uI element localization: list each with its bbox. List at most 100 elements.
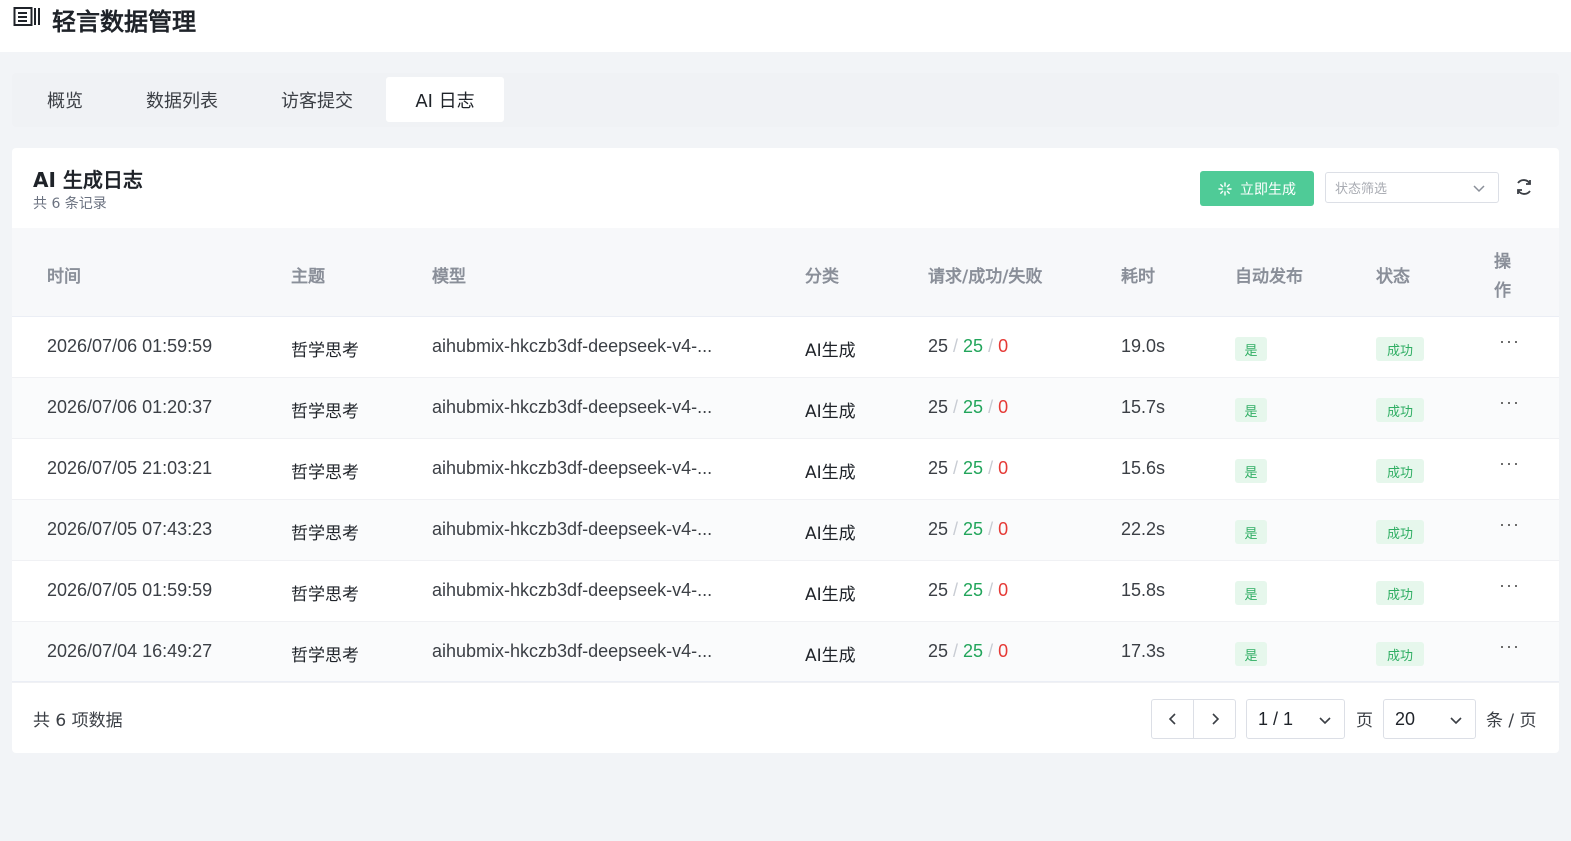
more-actions-icon[interactable]: ··· — [1499, 453, 1520, 474]
row-counts: 25/25/0 — [928, 458, 1008, 479]
row-model: aihubmix-hkczb3df-deepseek-v4-... — [432, 336, 713, 356]
row-success-count: 25 — [963, 641, 984, 661]
row-counts: 25/25/0 — [928, 397, 1008, 418]
col-time: 时间 — [47, 267, 81, 287]
row-fail-count: 0 — [998, 519, 1009, 539]
col-category: 分类 — [805, 267, 839, 287]
table-row: 2026/07/06 01:59:59 哲学思考 aihubmix-hkczb3df… — [12, 317, 1559, 378]
tab-ai-log[interactable]: AI 日志 — [386, 77, 504, 122]
prev-page-button[interactable] — [1151, 699, 1194, 739]
col-status: 状态 — [1376, 267, 1410, 287]
next-page-button[interactable] — [1193, 699, 1236, 739]
row-topic: 哲学思考 — [291, 524, 359, 544]
row-counts: 25/25/0 — [928, 641, 1008, 662]
row-time: 2026/07/05 21:03:21 — [47, 458, 213, 478]
status-badge: 成功 — [1376, 459, 1424, 483]
separator: / — [988, 458, 994, 478]
chevron-left-icon — [1168, 713, 1176, 725]
status-badge: 成功 — [1376, 398, 1424, 422]
tab-visitor-submissions[interactable]: 访客提交 — [268, 77, 366, 122]
chevron-down-icon — [1473, 185, 1485, 193]
separator: / — [988, 519, 994, 539]
separator: / — [953, 580, 959, 600]
row-category: AI生成 — [805, 341, 856, 361]
row-time: 2026/07/06 01:59:59 — [47, 336, 213, 356]
row-model: aihubmix-hkczb3df-deepseek-v4-... — [432, 458, 713, 478]
tab-overview[interactable]: 概览 — [26, 77, 104, 122]
row-success-count: 25 — [963, 580, 984, 600]
more-actions-icon[interactable]: ··· — [1499, 636, 1520, 657]
more-actions-icon[interactable]: ··· — [1499, 392, 1520, 413]
row-topic: 哲学思考 — [291, 585, 359, 605]
row-success-count: 25 — [963, 336, 984, 356]
page-size-select[interactable]: 20 — [1383, 699, 1476, 739]
row-topic: 哲学思考 — [291, 463, 359, 483]
top-bar: 轻言数据管理 — [0, 0, 1571, 52]
col-model: 模型 — [432, 267, 466, 287]
generate-now-button[interactable]: 立即生成 — [1200, 171, 1314, 206]
page-select[interactable]: 1 / 1 — [1246, 699, 1345, 739]
row-duration: 19.0s — [1121, 336, 1166, 356]
row-topic: 哲学思考 — [291, 646, 359, 666]
col-topic: 主题 — [291, 267, 325, 287]
row-counts: 25/25/0 — [928, 580, 1008, 601]
auto-publish-badge: 是 — [1235, 459, 1267, 483]
row-duration: 15.7s — [1121, 397, 1166, 417]
row-fail-count: 0 — [998, 580, 1009, 600]
row-model: aihubmix-hkczb3df-deepseek-v4-... — [432, 580, 713, 600]
row-model: aihubmix-hkczb3df-deepseek-v4-... — [432, 641, 713, 661]
row-counts: 25/25/0 — [928, 336, 1008, 357]
row-fail-count: 0 — [998, 641, 1009, 661]
table-row: 2026/07/04 16:49:27 哲学思考 aihubmix-hkczb3df… — [12, 622, 1559, 683]
chevron-down-icon — [1319, 717, 1331, 725]
status-badge: 成功 — [1376, 581, 1424, 605]
table-row: 2026/07/05 07:43:23 哲学思考 aihubmix-hkczb3df… — [12, 500, 1559, 561]
row-category: AI生成 — [805, 463, 856, 483]
col-duration: 耗时 — [1121, 267, 1155, 287]
separator: / — [988, 397, 994, 417]
tab-data-list[interactable]: 数据列表 — [133, 77, 231, 122]
more-actions-icon[interactable]: ··· — [1499, 331, 1520, 352]
card-title: AI 生成日志 — [33, 168, 143, 192]
page-select-value: 1 / 1 — [1258, 708, 1294, 729]
status-filter-select[interactable]: 状态筛选 — [1325, 172, 1499, 203]
table-row: 2026/07/05 21:03:21 哲学思考 aihubmix-hkczb3df… — [12, 439, 1559, 500]
col-auto-publish: 自动发布 — [1235, 267, 1303, 287]
row-time: 2026/07/05 07:43:23 — [47, 519, 213, 539]
row-duration: 15.6s — [1121, 458, 1166, 478]
page-label: 页 — [1356, 711, 1373, 731]
row-duration: 15.8s — [1121, 580, 1166, 600]
status-badge: 成功 — [1376, 337, 1424, 361]
tab-bar: 概览 数据列表 访客提交 AI 日志 — [12, 73, 1559, 127]
table-header: 时间 主题 模型 分类 请求/成功/失败 耗时 自动发布 状态 操作 — [12, 228, 1559, 317]
row-success-count: 25 — [963, 519, 984, 539]
more-actions-icon[interactable]: ··· — [1499, 575, 1520, 596]
chevron-right-icon — [1211, 713, 1219, 725]
row-topic: 哲学思考 — [291, 402, 359, 422]
status-filter-placeholder: 状态筛选 — [1335, 182, 1388, 197]
row-time: 2026/07/04 16:49:27 — [47, 641, 213, 661]
separator: / — [953, 641, 959, 661]
ai-log-card: AI 生成日志 共 6 条记录 立即生成 状态筛选 时间 主题 模型 分类 请求… — [12, 148, 1559, 753]
book-menu-icon — [13, 7, 40, 26]
auto-publish-badge: 是 — [1235, 581, 1267, 605]
row-category: AI生成 — [805, 402, 856, 422]
row-model: aihubmix-hkczb3df-deepseek-v4-... — [432, 397, 713, 417]
generate-now-label: 立即生成 — [1240, 181, 1296, 198]
refresh-icon[interactable] — [1514, 177, 1534, 197]
row-fail-count: 0 — [998, 397, 1009, 417]
auto-publish-badge: 是 — [1235, 642, 1267, 666]
separator: / — [953, 397, 959, 417]
row-request-count: 25 — [928, 458, 949, 478]
row-duration: 22.2s — [1121, 519, 1166, 539]
row-category: AI生成 — [805, 585, 856, 605]
row-request-count: 25 — [928, 580, 949, 600]
more-actions-icon[interactable]: ··· — [1499, 514, 1520, 535]
separator: / — [953, 519, 959, 539]
row-request-count: 25 — [928, 519, 949, 539]
row-success-count: 25 — [963, 397, 984, 417]
separator: / — [988, 641, 994, 661]
col-action: 操作 — [1494, 252, 1511, 301]
auto-publish-badge: 是 — [1235, 337, 1267, 361]
row-request-count: 25 — [928, 336, 949, 356]
